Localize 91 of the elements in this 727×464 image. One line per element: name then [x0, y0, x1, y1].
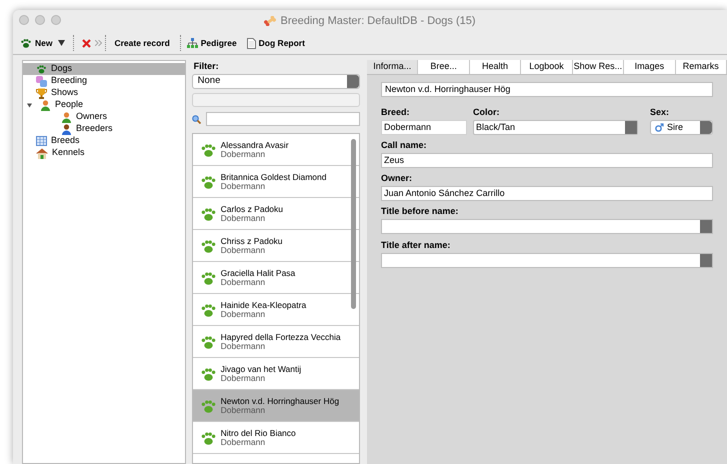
paw-icon	[200, 430, 217, 444]
chevron-icon	[625, 121, 637, 134]
person-icon	[40, 100, 51, 110]
dropdown-arrow-icon[interactable]	[58, 40, 66, 46]
chevron-icon	[700, 220, 712, 233]
tab[interactable]: Informa...	[367, 60, 418, 74]
paw-icon	[20, 38, 32, 48]
dog-breed: Dobermann	[220, 438, 266, 446]
scrollbar[interactable]	[351, 139, 356, 309]
paw-icon	[200, 302, 217, 316]
tree-item[interactable]: Breeds	[23, 135, 185, 147]
color-label: Color:	[473, 106, 500, 119]
dog-breed: Dobermann	[220, 246, 266, 254]
male-symbol-icon	[655, 123, 664, 132]
title-before-label: Title before name:	[381, 205, 460, 218]
dog-report-button[interactable]: Dog Report	[246, 36, 305, 50]
paw-icon	[200, 142, 217, 156]
title-before-select[interactable]	[381, 219, 713, 234]
dog-breed: Dobermann	[220, 150, 266, 158]
color-select[interactable]: Black/Tan	[473, 120, 638, 135]
house-icon	[36, 148, 48, 158]
dog-name: Carlos z Padoku	[220, 204, 284, 214]
owner-label: Owner:	[381, 172, 414, 185]
create-record-button[interactable]: Create record	[114, 36, 170, 50]
breed-field[interactable]: Dobermann	[381, 120, 467, 135]
double-chevron-icon	[95, 40, 102, 46]
paw-icon	[200, 334, 217, 348]
paw-icon	[200, 398, 217, 412]
filter-select[interactable]: None	[192, 74, 360, 89]
dog-name: Hainide Kea-Kleopatra	[220, 300, 306, 310]
tree-item[interactable]: Dogs	[23, 63, 185, 75]
title-after-label: Title after name:	[381, 239, 452, 252]
person-icon	[61, 124, 72, 134]
tree-item[interactable]: People	[23, 99, 185, 111]
pedigree-button[interactable]: Pedigree	[186, 36, 237, 50]
call-name-field[interactable]: Zeus	[381, 153, 713, 168]
dog-name: Newton v.d. Horringhauser Hög	[220, 396, 340, 406]
tree-item[interactable]: Kennels	[23, 147, 185, 159]
search-field[interactable]	[206, 112, 360, 126]
delete-button[interactable]	[82, 38, 92, 48]
cross-icon	[82, 38, 92, 48]
dog-breed: Dobermann	[220, 214, 266, 222]
stepper-icon	[700, 121, 712, 134]
window-title: Breeding Master: DefaultDB - Dogs (15)	[280, 14, 476, 29]
dog-name: Jivago van het Wantij	[220, 364, 302, 374]
dog-list-item[interactable]: Newton v.d. Horringhauser Hög Dobermann	[192, 390, 360, 422]
dog-name: Hapyred della Fortezza Vecchia	[220, 332, 341, 342]
dog-breed: Dobermann	[220, 406, 266, 414]
dog-breed: Dobermann	[220, 342, 266, 350]
name-field[interactable]: Newton v.d. Horringhauser Hög	[381, 82, 713, 97]
sex-label: Sex:	[650, 106, 670, 119]
paw-icon	[200, 366, 217, 380]
tab[interactable]: Show Res...	[572, 60, 624, 74]
tree-item[interactable]: Breeders	[23, 123, 185, 135]
tree-item[interactable]: Breeding	[23, 75, 185, 87]
search-icon	[192, 114, 201, 124]
filter-label: Filter:	[194, 60, 220, 73]
dog-name: Graciella Halit Pasa	[220, 268, 296, 278]
tree-diagram-icon	[186, 38, 198, 48]
zoom-window-button[interactable]	[51, 15, 61, 25]
dog-name: Chriss z Padoku	[220, 236, 283, 246]
dog-name: Britannica Goldest Diamond	[220, 172, 326, 182]
table-icon	[36, 136, 47, 146]
dog-name: Alessandra Avasir	[220, 140, 289, 150]
dog-breed: Dobermann	[220, 310, 266, 318]
paw-icon	[200, 270, 217, 284]
person-icon	[61, 112, 72, 122]
sex-select[interactable]: Sire	[650, 120, 713, 135]
dog-name: Nitro del Rio Bianco	[220, 428, 296, 438]
tree-item[interactable]: Shows	[23, 87, 185, 99]
breed-label: Breed:	[381, 106, 411, 119]
document-icon	[246, 38, 256, 48]
disclosure-triangle-icon[interactable]	[27, 102, 32, 108]
paw-icon	[36, 64, 47, 74]
minimize-window-button[interactable]	[35, 15, 45, 25]
new-button[interactable]: New	[20, 36, 52, 50]
trophy-icon	[36, 88, 47, 98]
chevron-icon	[700, 254, 712, 267]
dog-breed: Dobermann	[220, 278, 266, 286]
owner-field[interactable]: Juan Antonio Sánchez Carrillo	[381, 186, 713, 201]
call-name-label: Call name:	[381, 139, 428, 152]
dog-breed: Dobermann	[220, 182, 266, 190]
paw-icon	[200, 174, 217, 188]
paw-icon	[200, 238, 217, 252]
paw-icon	[200, 206, 217, 220]
title-after-select[interactable]	[381, 253, 713, 268]
close-window-button[interactable]	[19, 15, 29, 25]
stepper-icon	[347, 75, 360, 88]
tree-item[interactable]: Owners	[23, 111, 185, 123]
dog-breed: Dobermann	[220, 374, 266, 382]
bone-icon	[264, 16, 276, 26]
